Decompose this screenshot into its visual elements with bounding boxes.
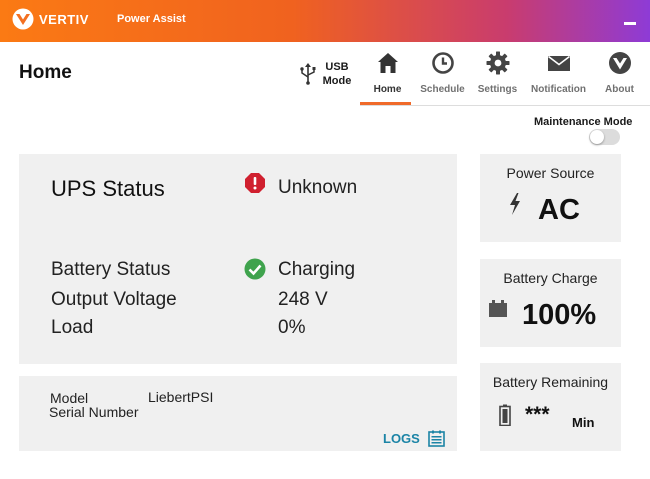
nav-divider (360, 105, 650, 106)
minimize-button[interactable] (624, 22, 636, 25)
battery-remaining-value: *** (525, 403, 550, 426)
ups-status-panel: UPS Status Unknown Battery Status Chargi… (19, 154, 457, 364)
battery-status-value: Charging (278, 259, 356, 280)
battery-level-icon (499, 404, 511, 426)
logs-label: LOGS (383, 431, 420, 446)
serial-number-label: Serial Number (49, 404, 139, 420)
usb-icon (300, 63, 316, 85)
vertiv-shield-icon (608, 52, 631, 74)
battery-status-label: Battery Status (51, 259, 171, 280)
battery-icon (489, 300, 507, 317)
tab-settings-label: Settings (477, 84, 518, 95)
tab-settings[interactable]: Settings (470, 46, 525, 106)
battery-remaining-card: Battery Remaining *** Min (480, 363, 621, 451)
battery-charge-value: 100% (522, 299, 597, 331)
title-bar: VERTIV Power Assist (0, 0, 650, 42)
app-name: Power Assist (117, 13, 186, 25)
alert-icon (245, 173, 265, 193)
usb-mode-button[interactable]: USB Mode (298, 60, 352, 88)
ups-status-value: Unknown (278, 177, 358, 198)
page-title: Home (19, 62, 72, 83)
tab-home[interactable]: Home (360, 46, 415, 106)
battery-charge-title: Battery Charge (503, 270, 598, 286)
power-source-value: AC (538, 194, 580, 226)
battery-charge-card: Battery Charge 100% (480, 259, 621, 347)
lightning-bolt-icon (510, 193, 520, 215)
battery-remaining-unit: Min (572, 415, 595, 430)
vertiv-logo-icon (12, 8, 34, 30)
tab-notification[interactable]: Notification (525, 46, 592, 106)
power-source-card: Power Source AC (480, 154, 621, 242)
brand-name: VERTIV (39, 11, 89, 27)
main-nav: Home Schedule Settings Notification Abou… (360, 46, 647, 106)
tab-home-label: Home (373, 84, 402, 95)
tab-about[interactable]: About (592, 46, 647, 106)
device-info-panel: Model LiebertPSI Serial Number LOGS (19, 376, 457, 451)
toggle-knob (590, 130, 604, 144)
load-label: Load (51, 317, 94, 338)
model-value: LiebertPSI (148, 389, 214, 405)
clock-icon (431, 52, 454, 74)
maintenance-mode-label: Maintenance Mode (534, 116, 633, 128)
logs-list-icon (428, 430, 445, 447)
tab-schedule-label: Schedule (420, 84, 465, 95)
load-value: 0% (278, 317, 306, 338)
tab-about-label: About (605, 84, 634, 95)
envelope-icon (547, 55, 570, 71)
tab-schedule[interactable]: Schedule (415, 46, 470, 106)
check-circle-icon (244, 258, 266, 280)
gear-icon (486, 51, 509, 75)
logs-button[interactable]: LOGS (383, 430, 445, 447)
usb-mode-label: USB Mode (322, 61, 352, 87)
output-voltage-value: 248 V (278, 289, 328, 310)
vertiv-logo: VERTIV (12, 8, 89, 30)
power-source-title: Power Source (506, 165, 595, 181)
ups-status-title: UPS Status (51, 176, 165, 201)
maintenance-mode-toggle[interactable] (589, 129, 620, 145)
home-icon (377, 53, 398, 73)
output-voltage-label: Output Voltage (51, 289, 177, 310)
tab-notification-label: Notification (531, 84, 586, 95)
battery-remaining-title: Battery Remaining (492, 374, 609, 390)
